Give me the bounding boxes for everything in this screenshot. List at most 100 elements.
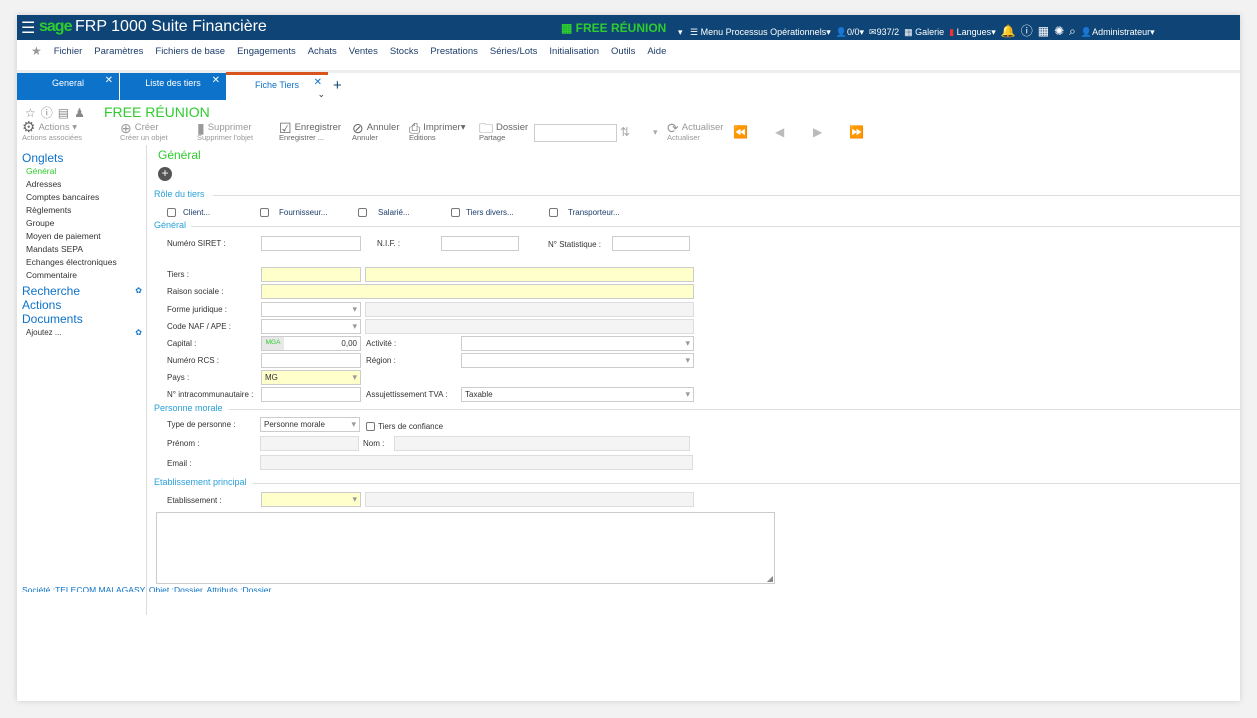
- hamburger-icon[interactable]: ☰: [21, 18, 35, 38]
- imprimer-button[interactable]: ⎙ Imprimer▾ Editions: [409, 121, 465, 143]
- tiers-code-input[interactable]: [261, 267, 361, 282]
- menu-prestations[interactable]: Prestations: [430, 46, 478, 57]
- search-icon[interactable]: ⌕: [1069, 24, 1076, 38]
- sort-icon[interactable]: ⇅: [620, 125, 630, 139]
- siret-input[interactable]: [261, 236, 361, 251]
- menu-ventes[interactable]: Ventes: [349, 46, 378, 57]
- sidebar-item-moyen-de-paiement[interactable]: Moyen de paiement: [17, 230, 146, 243]
- languages-menu[interactable]: ▮ Langues▾: [949, 27, 996, 37]
- rcs-input[interactable]: [261, 353, 361, 368]
- menu-aide[interactable]: Aide: [647, 46, 666, 57]
- naf-select[interactable]: [261, 319, 361, 334]
- tab-fiche-tiers[interactable]: Fiche Tiers ✕ ⌄: [226, 72, 328, 99]
- menu-stocks[interactable]: Stocks: [390, 46, 419, 57]
- close-icon[interactable]: ✕: [105, 75, 113, 86]
- chevron-down-icon[interactable]: ⌄: [317, 89, 325, 100]
- gear-icon[interactable]: ✿: [135, 326, 142, 339]
- gallery-button[interactable]: ▦ Galerie: [904, 27, 944, 37]
- menu-initialisation[interactable]: Initialisation: [549, 46, 599, 57]
- comment-textarea[interactable]: ◢: [156, 512, 775, 584]
- checkbox-salarie[interactable]: [358, 208, 367, 217]
- sidebar-onglets[interactable]: Onglets: [17, 151, 146, 165]
- divider: [191, 226, 1240, 227]
- checkbox-tiers-confiance[interactable]: [366, 422, 375, 431]
- favorites-star-icon[interactable]: ★: [31, 44, 42, 58]
- tva-select[interactable]: Taxable: [461, 387, 694, 402]
- sidebar-item-general[interactable]: Général: [17, 165, 146, 178]
- tab-liste-des-tiers[interactable]: Liste des tiers ✕: [120, 73, 226, 100]
- menu-processus[interactable]: ☰ Menu Processus Opérationnels▾: [690, 27, 831, 37]
- first-record-icon[interactable]: ⏪: [733, 125, 748, 139]
- tiers-name-input[interactable]: [365, 267, 694, 282]
- company-dropdown[interactable]: ▾: [678, 27, 685, 37]
- checkbox-tiers-divers[interactable]: [451, 208, 460, 217]
- prenom-input: [260, 436, 359, 451]
- sidebar-item-echanges[interactable]: Echanges électroniques: [17, 256, 146, 269]
- intracommunautaire-input[interactable]: [261, 387, 361, 402]
- next-record-icon[interactable]: ▶: [813, 125, 822, 139]
- user-menu[interactable]: 👤Administrateur▾: [1081, 27, 1155, 37]
- section-role: Rôle du tiers: [154, 189, 205, 199]
- last-record-icon[interactable]: ⏩: [849, 125, 864, 139]
- label-pays: Pays :: [167, 373, 190, 382]
- add-icon[interactable]: +: [158, 167, 172, 181]
- type-personne-select[interactable]: Personne morale: [260, 417, 360, 432]
- sidebar-item-comptes-bancaires[interactable]: Comptes bancaires: [17, 191, 146, 204]
- tab-general[interactable]: General ✕: [17, 73, 119, 100]
- sidebar-ajoutez[interactable]: Ajoutez ... ✿: [17, 326, 146, 339]
- calendar-icon[interactable]: ▦: [1038, 24, 1049, 38]
- close-icon[interactable]: ✕: [314, 77, 322, 88]
- dossier-button[interactable]: 🗀 Dossier Partage: [479, 121, 528, 143]
- checkbox-fournisseur[interactable]: [260, 208, 269, 217]
- creer-button[interactable]: ⊕ Créer Créer un objet: [120, 121, 168, 143]
- users-menu[interactable]: 👤0/0▾: [836, 27, 864, 37]
- checkbox-transporteur[interactable]: [549, 208, 558, 217]
- previous-record-icon[interactable]: ◀: [775, 125, 784, 139]
- sidebar-item-reglements[interactable]: Règlements: [17, 204, 146, 217]
- close-icon[interactable]: ✕: [212, 75, 220, 86]
- checkbox-client[interactable]: [167, 208, 176, 217]
- add-tab-icon[interactable]: +: [333, 77, 342, 94]
- region-select[interactable]: [461, 353, 694, 368]
- resize-handle-icon[interactable]: ◢: [767, 574, 773, 583]
- raison-sociale-input[interactable]: [261, 284, 694, 299]
- label-client: Client...: [183, 208, 211, 217]
- nif-input[interactable]: [441, 236, 519, 251]
- gear-icon[interactable]: ✿: [135, 286, 142, 295]
- mail-button[interactable]: ✉937/2: [869, 27, 899, 37]
- statistique-input[interactable]: [612, 236, 690, 251]
- lightbulb-icon[interactable]: ✺: [1054, 24, 1064, 38]
- etablissement-select[interactable]: [261, 492, 361, 507]
- annuler-button[interactable]: ⊘ Annuler Annuler: [352, 121, 399, 143]
- activite-select[interactable]: [461, 336, 694, 351]
- help-icon[interactable]: ⓘ: [1021, 24, 1033, 38]
- enregistrer-button[interactable]: ☑ Enregistrer Enregistrer ...: [279, 121, 341, 143]
- dropdown-icon[interactable]: ▾: [653, 127, 658, 138]
- company-selector[interactable]: ▦ FREE RÉUNION: [561, 21, 666, 35]
- sidebar-item-adresses[interactable]: Adresses: [17, 178, 146, 191]
- menu-series-lots[interactable]: Séries/Lots: [490, 46, 538, 57]
- sidebar-item-groupe[interactable]: Groupe: [17, 217, 146, 230]
- capital-input[interactable]: MGA 0,00: [261, 336, 361, 351]
- section-personne-morale: Personne morale: [154, 403, 223, 413]
- dossier-input[interactable]: [534, 124, 617, 142]
- sidebar-item-mandats-sepa[interactable]: Mandats SEPA: [17, 243, 146, 256]
- sidebar-recherche[interactable]: Recherche ✿: [17, 284, 146, 298]
- sidebar-item-commentaire[interactable]: Commentaire: [17, 269, 146, 282]
- actions-button[interactable]: ⚙ Actions ▾ Actions associées: [22, 120, 82, 143]
- menu-fichiers-de-base[interactable]: Fichiers de base: [155, 46, 225, 57]
- label-activite: Activité :: [366, 339, 397, 348]
- actualiser-button[interactable]: ⟳ Actualiser Actualiser: [667, 121, 723, 143]
- sidebar-actions[interactable]: Actions: [17, 298, 146, 312]
- sidebar-documents[interactable]: Documents: [17, 312, 146, 326]
- supprimer-button[interactable]: ▮ Supprimer Supprimer l'objet: [197, 121, 253, 143]
- menu-engagements[interactable]: Engagements: [237, 46, 296, 57]
- bell-icon[interactable]: 🔔: [1001, 24, 1016, 38]
- forme-juridique-select[interactable]: [261, 302, 361, 317]
- menu-fichier[interactable]: Fichier: [54, 46, 83, 57]
- menu-parametres[interactable]: Paramètres: [94, 46, 143, 57]
- menu-achats[interactable]: Achats: [308, 46, 337, 57]
- label-nif: N.I.F. :: [377, 239, 401, 248]
- menu-outils[interactable]: Outils: [611, 46, 635, 57]
- pays-select[interactable]: MG: [261, 370, 361, 385]
